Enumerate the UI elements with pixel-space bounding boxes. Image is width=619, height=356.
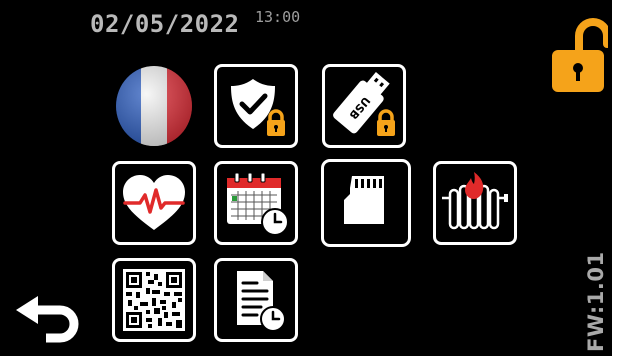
back-button[interactable] (12, 296, 84, 344)
usb-lock-icon: USB (333, 72, 395, 136)
usb-button[interactable]: USB (322, 64, 406, 148)
date-display: 02/05/2022 (90, 10, 240, 38)
calendar-clock-icon (227, 172, 289, 236)
document-clock-icon (237, 271, 286, 332)
language-button[interactable] (114, 64, 194, 148)
radiator-flame-icon (442, 172, 508, 230)
log-button[interactable] (214, 258, 298, 342)
unlock-button[interactable] (550, 14, 611, 94)
device-screen: 02/05/2022 13:00 USB FW:1.01 (0, 0, 612, 356)
qr-code-icon (123, 269, 185, 331)
qr-code-button[interactable] (112, 258, 196, 342)
heating-button[interactable] (433, 161, 517, 245)
heart-rate-icon (123, 175, 185, 230)
french-flag-icon (116, 66, 192, 146)
schedule-button[interactable] (214, 161, 298, 245)
sd-card-icon (344, 176, 384, 224)
firmware-version: FW:1.01 (584, 251, 608, 352)
back-arrow-icon (16, 296, 79, 343)
time-display: 13:00 (255, 8, 301, 26)
open-padlock-icon (552, 18, 611, 92)
shield-lock-icon (231, 79, 285, 136)
health-button[interactable] (112, 161, 196, 245)
security-button[interactable] (214, 64, 298, 148)
sd-card-button[interactable] (322, 160, 410, 246)
